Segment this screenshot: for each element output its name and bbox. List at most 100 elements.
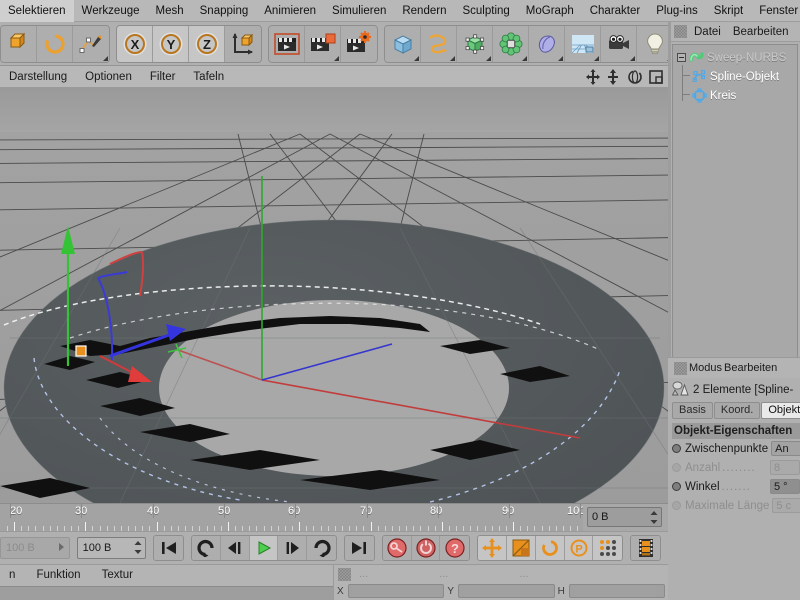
render-settings-icon[interactable] <box>341 26 377 62</box>
move-tool-icon[interactable] <box>1 26 37 62</box>
step-back-frame-icon[interactable] <box>221 536 250 560</box>
autokey-icon[interactable] <box>412 536 441 560</box>
material-menu-textur[interactable]: Textur <box>93 565 142 585</box>
spline-object-icon[interactable] <box>421 26 457 62</box>
ruler-separator <box>509 504 510 518</box>
material-well[interactable] <box>0 586 333 600</box>
orbit-icon[interactable] <box>627 68 643 86</box>
keyframe-help-icon[interactable]: ? <box>440 536 469 560</box>
radio-icon[interactable] <box>672 463 681 472</box>
object-item-kreis[interactable]: Kreis <box>673 86 797 105</box>
transport-group-play <box>191 535 337 561</box>
range-end-field[interactable]: 100 B <box>77 537 147 559</box>
array-modeling-icon[interactable] <box>493 26 529 62</box>
tool-corner-marker <box>414 56 419 61</box>
tab-objekt[interactable]: Objekt <box>761 402 800 419</box>
object-menu-bearbeiten[interactable]: Bearbeiten <box>728 22 794 42</box>
pan-icon[interactable] <box>585 68 601 86</box>
step-forward-keyframe-icon[interactable] <box>307 536 336 560</box>
viewport-3d[interactable] <box>0 88 668 503</box>
world-object-axis-icon[interactable] <box>225 26 261 62</box>
scale-key-icon[interactable] <box>507 536 536 560</box>
nurbs-generator-icon[interactable] <box>457 26 493 62</box>
object-menu-datei[interactable]: Datei <box>689 22 726 42</box>
menu-item-mesh[interactable]: Mesh <box>148 0 192 22</box>
radio-icon[interactable] <box>672 482 681 491</box>
material-menu-datei[interactable]: n <box>0 565 24 585</box>
chevron-collapse-icon[interactable] <box>677 53 686 62</box>
menu-item-rendern[interactable]: Rendern <box>394 0 454 22</box>
step-forward-frame-icon[interactable] <box>278 536 307 560</box>
menu-item-selektieren[interactable]: Selektieren <box>0 0 74 22</box>
deformer-icon[interactable] <box>529 26 565 62</box>
go-to-end-icon[interactable] <box>345 536 374 560</box>
x-axis-icon[interactable]: X <box>117 26 153 62</box>
menu-item-animieren[interactable]: Animieren <box>256 0 324 22</box>
range-start-arrow-icon[interactable] <box>57 541 66 556</box>
play-icon[interactable] <box>250 536 279 560</box>
panel-grip-icon[interactable] <box>338 568 351 581</box>
filmstrip-icon[interactable] <box>631 536 660 560</box>
object-tree[interactable]: Sweep-NURBS Spline-Objekt <box>672 44 798 366</box>
viewport-menu-tafeln[interactable]: Tafeln <box>184 66 233 88</box>
radio-icon[interactable] <box>672 501 681 510</box>
menu-item-fenster[interactable]: Fenster <box>751 0 800 22</box>
ruler-tick-major <box>228 522 229 531</box>
object-item-spline-objekt[interactable]: Spline-Objekt <box>673 67 797 86</box>
property-value-maximale-laenge[interactable]: 5 c <box>772 498 800 513</box>
menu-item-charakter[interactable]: Charakter <box>582 0 649 22</box>
record-key-icon[interactable] <box>383 536 412 560</box>
dolly-icon[interactable] <box>606 68 622 86</box>
property-value-anzahl[interactable]: 8 <box>770 460 800 475</box>
parameter-key-icon[interactable]: P <box>565 536 594 560</box>
range-end-spinner-icon[interactable] <box>134 541 142 557</box>
property-value-winkel[interactable]: 5 ° <box>770 479 800 494</box>
viewport-menu-filter[interactable]: Filter <box>141 66 185 88</box>
z-axis-icon[interactable]: Z <box>189 26 225 62</box>
render-region-icon[interactable] <box>305 26 341 62</box>
range-start-value: 100 B <box>6 542 35 554</box>
attribute-menu-bearbeiten[interactable]: Bearbeiten <box>724 362 777 374</box>
tab-koord[interactable]: Koord. <box>714 402 760 419</box>
menu-item-mograph[interactable]: MoGraph <box>518 0 582 22</box>
spline-pen-icon[interactable] <box>73 26 109 62</box>
coord-field-size-x[interactable] <box>458 584 554 598</box>
y-axis-icon[interactable]: Y <box>153 26 189 62</box>
material-menu-funktion[interactable]: Funktion <box>27 565 89 585</box>
menu-item-sculpting[interactable]: Sculpting <box>454 0 517 22</box>
go-to-start-icon[interactable] <box>154 536 183 560</box>
attribute-manager-body: 2 Elemente [Spline- Basis Koord. Objekt … <box>668 378 800 600</box>
tab-basis[interactable]: Basis <box>672 402 713 419</box>
coord-field-rotation-h[interactable] <box>569 584 665 598</box>
rotate-tool-icon[interactable] <box>37 26 73 62</box>
menu-item-skript[interactable]: Skript <box>706 0 751 22</box>
timeline-ruler[interactable]: 20 30 40 50 60 70 80 90 100 <box>0 504 583 531</box>
range-start-field[interactable]: 100 B <box>0 537 70 559</box>
menu-item-simulieren[interactable]: Simulieren <box>324 0 394 22</box>
step-back-keyframe-icon[interactable] <box>192 536 221 560</box>
position-key-icon[interactable] <box>478 536 507 560</box>
viewport-menu-darstellung[interactable]: Darstellung <box>0 66 76 88</box>
panel-grip-icon[interactable] <box>674 362 687 375</box>
viewport-menu-optionen[interactable]: Optionen <box>76 66 141 88</box>
object-item-sweep-nurbs[interactable]: Sweep-NURBS <box>673 48 797 67</box>
cube-primitive-icon[interactable] <box>385 26 421 62</box>
menu-item-snapping[interactable]: Snapping <box>192 0 257 22</box>
menu-item-plugins[interactable]: Plug-ins <box>648 0 706 22</box>
rotation-key-icon[interactable] <box>536 536 565 560</box>
frame-spinner-icon[interactable] <box>650 511 658 527</box>
pointlevel-key-icon[interactable] <box>593 536 622 560</box>
radio-icon[interactable] <box>672 444 681 453</box>
attribute-menu-modus[interactable]: Modus <box>689 362 722 374</box>
render-view-icon[interactable] <box>269 26 305 62</box>
panel-grip-icon[interactable] <box>674 25 687 38</box>
maximize-icon[interactable] <box>648 68 664 86</box>
main-menubar: Selektieren Werkzeuge Mesh Snapping Anim… <box>0 0 800 22</box>
environment-icon[interactable] <box>565 26 601 62</box>
camera-icon[interactable] <box>601 26 637 62</box>
property-value-zwischenpunkte[interactable]: An <box>771 441 800 456</box>
menu-item-werkzeuge[interactable]: Werkzeuge <box>74 0 148 22</box>
coord-field-position-x[interactable] <box>348 584 444 598</box>
current-frame-field[interactable]: 0 B <box>587 507 662 527</box>
tool-corner-marker <box>486 56 491 61</box>
